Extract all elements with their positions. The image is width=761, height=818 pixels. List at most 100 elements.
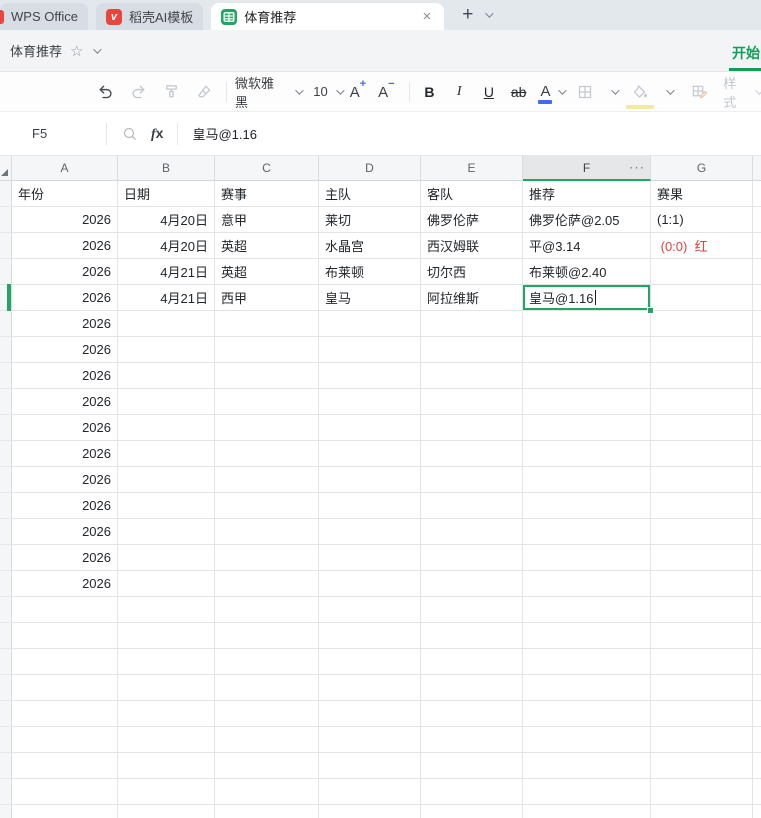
cell-B4[interactable]: 4月21日 (118, 259, 215, 285)
increase-font-button[interactable]: A+ (350, 78, 366, 101)
row-gutter-10[interactable] (0, 415, 12, 441)
cell-B17[interactable] (118, 597, 215, 623)
cell-D21[interactable] (319, 701, 421, 727)
cell-D16[interactable] (319, 571, 421, 597)
cell-D8[interactable] (319, 363, 421, 389)
cell-C14[interactable] (215, 519, 319, 545)
cell-C5[interactable]: 西甲 (215, 285, 319, 311)
cell-G1[interactable]: 赛果 (651, 181, 753, 207)
cell-G14[interactable] (651, 519, 753, 545)
cell-B10[interactable] (118, 415, 215, 441)
cell-A23[interactable] (12, 753, 118, 779)
cell-C25[interactable] (215, 805, 319, 818)
cell-D23[interactable] (319, 753, 421, 779)
row-gutter-9[interactable] (0, 389, 12, 415)
cell-D11[interactable] (319, 441, 421, 467)
font-color-button[interactable]: A (538, 83, 553, 104)
cell-D24[interactable] (319, 779, 421, 805)
row-gutter-19[interactable] (0, 649, 12, 675)
cell-F11[interactable] (523, 441, 651, 467)
row-gutter-12[interactable] (0, 467, 12, 493)
undo-button[interactable] (92, 79, 118, 105)
cell-B15[interactable] (118, 545, 215, 571)
cell-C15[interactable] (215, 545, 319, 571)
cell-E4[interactable]: 切尔西 (421, 259, 523, 285)
cell-D6[interactable] (319, 311, 421, 337)
favorite-star-icon[interactable]: ☆ (70, 42, 83, 60)
name-box[interactable]: F5 (0, 126, 106, 141)
decrease-font-button[interactable]: A− (378, 78, 394, 101)
cell-G23[interactable] (651, 753, 753, 779)
cell-C3[interactable]: 英超 (215, 233, 319, 259)
insert-function-button[interactable]: fx (151, 125, 163, 143)
row-gutter-18[interactable] (0, 623, 12, 649)
formula-input[interactable]: 皇马@1.16 (192, 124, 257, 143)
column-header-F[interactable]: F ··· (523, 156, 651, 181)
cell-G18[interactable] (651, 623, 753, 649)
cell-C7[interactable] (215, 337, 319, 363)
cell-D13[interactable] (319, 493, 421, 519)
borders-button[interactable] (572, 79, 598, 105)
cell-C17[interactable] (215, 597, 319, 623)
search-icon[interactable] (117, 121, 143, 147)
select-all-corner[interactable] (0, 156, 12, 181)
cell-C24[interactable] (215, 779, 319, 805)
cell-D22[interactable] (319, 727, 421, 753)
format-painter-button[interactable] (158, 79, 184, 105)
cell-B24[interactable] (118, 779, 215, 805)
cell-G3[interactable]: (0:0) 红 (651, 233, 753, 259)
cell-G6[interactable] (651, 311, 753, 337)
cell-E2[interactable]: 佛罗伦萨 (421, 207, 523, 233)
cell-B13[interactable] (118, 493, 215, 519)
cell-E5[interactable]: 阿拉维斯 (421, 285, 523, 311)
cell-C13[interactable] (215, 493, 319, 519)
cell-G16[interactable] (651, 571, 753, 597)
cell-A18[interactable] (12, 623, 118, 649)
cell-F16[interactable] (523, 571, 651, 597)
cell-F22[interactable] (523, 727, 651, 753)
cell-G4[interactable] (651, 259, 753, 285)
cell-A17[interactable] (12, 597, 118, 623)
cell-G25[interactable] (651, 805, 753, 818)
cell-B7[interactable] (118, 337, 215, 363)
cell-G10[interactable] (651, 415, 753, 441)
cell-E9[interactable] (421, 389, 523, 415)
cell-F1[interactable]: 推荐 (523, 181, 651, 207)
font-name-select[interactable]: 微软雅黑 (235, 73, 304, 111)
cell-A4[interactable]: 2026 (12, 259, 118, 285)
column-header-E[interactable]: E (421, 156, 523, 181)
cell-A11[interactable]: 2026 (12, 441, 118, 467)
column-header-D[interactable]: D (319, 156, 421, 181)
cell-F5[interactable]: 皇马@1.16 (523, 285, 654, 314)
cell-A6[interactable]: 2026 (12, 311, 118, 337)
cell-D18[interactable] (319, 623, 421, 649)
cell-G2[interactable]: (1:1) (651, 207, 753, 233)
cell-G15[interactable] (651, 545, 753, 571)
cell-A10[interactable]: 2026 (12, 415, 118, 441)
cell-A15[interactable]: 2026 (12, 545, 118, 571)
cell-C6[interactable] (215, 311, 319, 337)
ribbon-tab-home[interactable]: 开始 (732, 43, 760, 63)
column-header-B[interactable]: B (118, 156, 215, 181)
cell-G24[interactable] (651, 779, 753, 805)
cell-C22[interactable] (215, 727, 319, 753)
row-gutter-20[interactable] (0, 675, 12, 701)
cell-F23[interactable] (523, 753, 651, 779)
cell-D12[interactable] (319, 467, 421, 493)
tab-docer-ai-templates[interactable]: v 稻壳AI模板 (95, 3, 204, 30)
cell-G22[interactable] (651, 727, 753, 753)
cell-F13[interactable] (523, 493, 651, 519)
cell-B14[interactable] (118, 519, 215, 545)
cell-F12[interactable] (523, 467, 651, 493)
cell-E21[interactable] (421, 701, 523, 727)
cell-E11[interactable] (421, 441, 523, 467)
cell-G5[interactable] (651, 285, 753, 311)
cell-E13[interactable] (421, 493, 523, 519)
cell-F17[interactable] (523, 597, 651, 623)
cell-B11[interactable] (118, 441, 215, 467)
cell-B18[interactable] (118, 623, 215, 649)
cell-B5[interactable]: 4月21日 (118, 285, 215, 311)
cell-C19[interactable] (215, 649, 319, 675)
cell-E8[interactable] (421, 363, 523, 389)
row-gutter-13[interactable] (0, 493, 12, 519)
